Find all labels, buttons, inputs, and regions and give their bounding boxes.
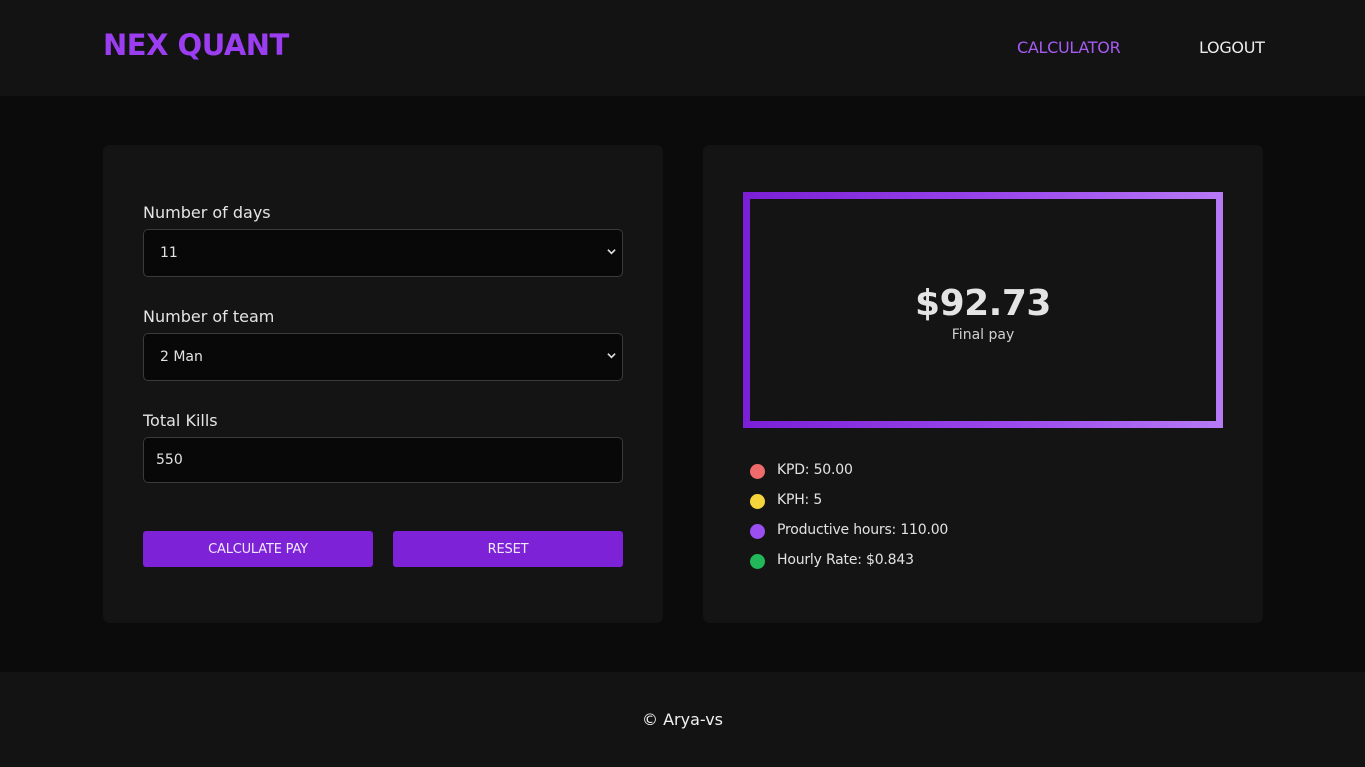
team-label: Number of team — [143, 307, 275, 326]
reset-button[interactable]: RESET — [393, 531, 623, 567]
stat-text: Hourly Rate: $0.843 — [777, 552, 914, 568]
kpd-dot-icon — [750, 464, 765, 479]
productive-hours-dot-icon — [750, 524, 765, 539]
final-pay-card-inner: $92.73 Final pay — [750, 199, 1216, 421]
hourly-rate-dot-icon — [750, 554, 765, 569]
footer: © Arya-vs — [0, 672, 1365, 767]
stat-text: KPD: 50.00 — [777, 462, 853, 478]
kph-dot-icon — [750, 494, 765, 509]
chevron-down-icon — [607, 249, 616, 255]
kills-input[interactable] — [143, 437, 623, 483]
days-select[interactable]: 11 — [143, 229, 623, 277]
calculator-form-panel: Number of days 11 Number of team 2 Man T… — [103, 145, 663, 623]
stat-text: Productive hours: 110.00 — [777, 522, 949, 538]
kills-label: Total Kills — [143, 411, 218, 430]
final-pay-card: $92.73 Final pay — [743, 192, 1223, 428]
days-label: Number of days — [143, 203, 271, 222]
team-selected-value: 2 Man — [160, 349, 203, 365]
final-pay-label: Final pay — [951, 327, 1015, 343]
nav-calculator-link[interactable]: CALCULATOR — [1017, 38, 1121, 57]
calculate-pay-button[interactable]: CALCULATE PAY — [143, 531, 373, 567]
top-navbar: NEX QUANT CALCULATOR LOGOUT — [0, 0, 1365, 96]
stat-text: KPH: 5 — [777, 492, 823, 508]
team-select[interactable]: 2 Man — [143, 333, 623, 381]
copyright-text: © Arya-vs — [641, 710, 724, 729]
chevron-down-icon — [607, 353, 616, 359]
brand-logo[interactable]: NEX QUANT — [103, 28, 289, 62]
days-selected-value: 11 — [160, 245, 178, 261]
result-panel: $92.73 Final pay KPD: 50.00 KPH: 5 Produ… — [703, 145, 1263, 623]
nav-logout-link[interactable]: LOGOUT — [1199, 38, 1265, 57]
final-pay-amount: $92.73 — [915, 283, 1051, 324]
